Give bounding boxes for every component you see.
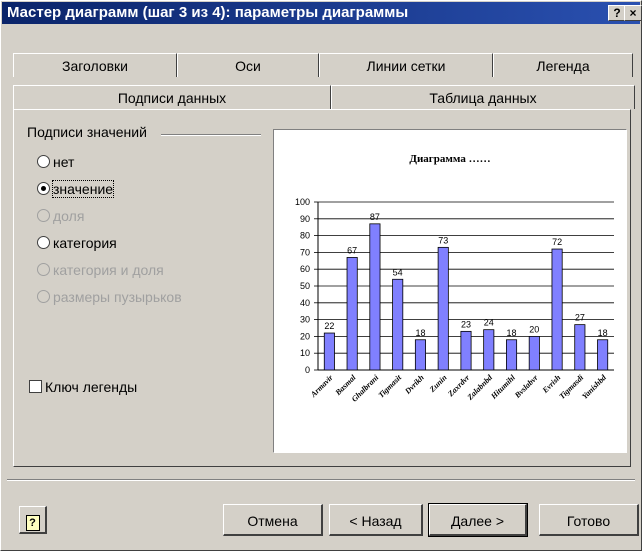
radio-bubble-sizes-indicator xyxy=(37,290,50,303)
radio-category-label: категория xyxy=(53,235,117,251)
radio-percent-label: доля xyxy=(53,208,85,224)
tab-data-labels[interactable]: Подписи данных xyxy=(13,85,331,109)
data-label: 18 xyxy=(598,328,608,338)
chart-preview: Диаграмма …… 0 10 20 30 40 50 60 70 80 90 100 22 Arma… xyxy=(273,129,627,453)
radio-category-and-percent-indicator xyxy=(37,263,50,276)
legend-key-box xyxy=(29,380,42,393)
bar xyxy=(346,257,358,371)
help-button[interactable]: ? xyxy=(19,506,47,534)
y-tick-label: 60 xyxy=(300,264,310,274)
y-tick-label: 30 xyxy=(300,315,310,325)
radio-category[interactable]: категория xyxy=(37,234,117,252)
x-tick-label: Tigmasit xyxy=(377,373,404,400)
y-tick-label: 100 xyxy=(295,197,310,207)
radio-percent-indicator xyxy=(37,209,50,222)
radio-percent: доля xyxy=(37,207,84,225)
bar xyxy=(392,278,404,371)
y-tick-label: 0 xyxy=(305,365,310,375)
x-tick-label: Zalabnbd xyxy=(465,372,495,402)
group-divider xyxy=(161,134,261,136)
window-title: Мастер диаграмм (шаг 3 из 4): параметры … xyxy=(7,4,409,21)
y-tick-label: 50 xyxy=(300,281,310,291)
x-tick-label: Yanishbd xyxy=(580,372,609,401)
radio-none-label: нет xyxy=(53,154,75,170)
x-tick-label: Hitumihl xyxy=(489,373,518,402)
data-label: 23 xyxy=(461,319,471,329)
chart-title: Диаграмма …… xyxy=(409,153,490,165)
data-label: 87 xyxy=(370,212,380,222)
bar xyxy=(323,332,335,371)
back-button[interactable]: < Назад xyxy=(329,504,423,536)
data-label: 27 xyxy=(575,313,585,323)
data-label: 22 xyxy=(324,321,334,331)
radio-category-and-percent-label: категория и доля xyxy=(53,262,164,278)
legend-key-label: Ключ легенды xyxy=(45,379,138,395)
radio-category-and-percent: категория и доля xyxy=(37,261,164,279)
data-label: 18 xyxy=(507,328,517,338)
legend-key-checkbox[interactable]: Ключ легенды xyxy=(29,379,137,395)
tab-titles[interactable]: Заголовки xyxy=(13,53,177,77)
data-label: 54 xyxy=(393,267,403,277)
bar xyxy=(414,339,426,371)
x-tick-label: Armavir xyxy=(308,372,335,399)
bar xyxy=(506,339,518,371)
bar xyxy=(483,329,495,371)
y-tick-label: 20 xyxy=(300,331,310,341)
data-label: 67 xyxy=(347,245,357,255)
x-tick-label: Dvrikh xyxy=(402,373,426,397)
cancel-button[interactable]: Отмена xyxy=(223,504,323,536)
data-label: 24 xyxy=(484,318,494,328)
bar xyxy=(437,246,449,371)
bar xyxy=(528,335,540,371)
title-bar: Мастер диаграмм (шаг 3 из 4): параметры … xyxy=(2,2,642,24)
next-button[interactable]: Далее > xyxy=(428,503,528,537)
y-tick-label: 90 xyxy=(300,214,310,224)
y-tick-label: 40 xyxy=(300,298,310,308)
radio-none[interactable]: нет xyxy=(37,153,74,171)
finish-button[interactable]: Готово xyxy=(539,504,639,536)
bar xyxy=(597,339,609,371)
footer-separator xyxy=(7,479,635,481)
bar xyxy=(460,330,472,371)
data-labels-group-title: Подписи значений xyxy=(27,124,151,140)
y-tick-label: 80 xyxy=(300,231,310,241)
radio-value-indicator xyxy=(37,182,50,195)
bar xyxy=(369,223,381,371)
close-button[interactable]: × xyxy=(624,5,642,21)
bar xyxy=(574,324,586,371)
help-icon: ? xyxy=(25,515,40,531)
radio-category-indicator xyxy=(37,236,50,249)
tab-legend[interactable]: Легенда xyxy=(493,53,633,77)
chart-wizard-dialog: Мастер диаграмм (шаг 3 из 4): параметры … xyxy=(0,0,642,551)
tab-axes[interactable]: Оси xyxy=(177,53,319,77)
tab-data-table[interactable]: Таблица данных xyxy=(331,85,635,109)
radio-bubble-sizes-label: размеры пузырьков xyxy=(53,289,182,305)
tab-gridlines[interactable]: Линии сетки xyxy=(319,53,493,77)
x-tick-label: Bvslabvr xyxy=(512,372,540,400)
radio-value-label: значение xyxy=(51,180,115,198)
y-tick-label: 10 xyxy=(300,348,310,358)
bar-chart: Диаграмма …… 0 10 20 30 40 50 60 70 80 90 100 22 Arma… xyxy=(295,153,614,404)
data-label: 20 xyxy=(529,324,539,334)
radio-none-indicator xyxy=(37,155,50,168)
radio-value[interactable]: значение xyxy=(37,180,115,198)
radio-bubble-sizes: размеры пузырьков xyxy=(37,288,182,306)
data-label: 72 xyxy=(552,237,562,247)
data-label: 73 xyxy=(438,235,448,245)
bar xyxy=(551,248,563,371)
data-label: 18 xyxy=(415,328,425,338)
y-tick-label: 70 xyxy=(300,247,310,257)
